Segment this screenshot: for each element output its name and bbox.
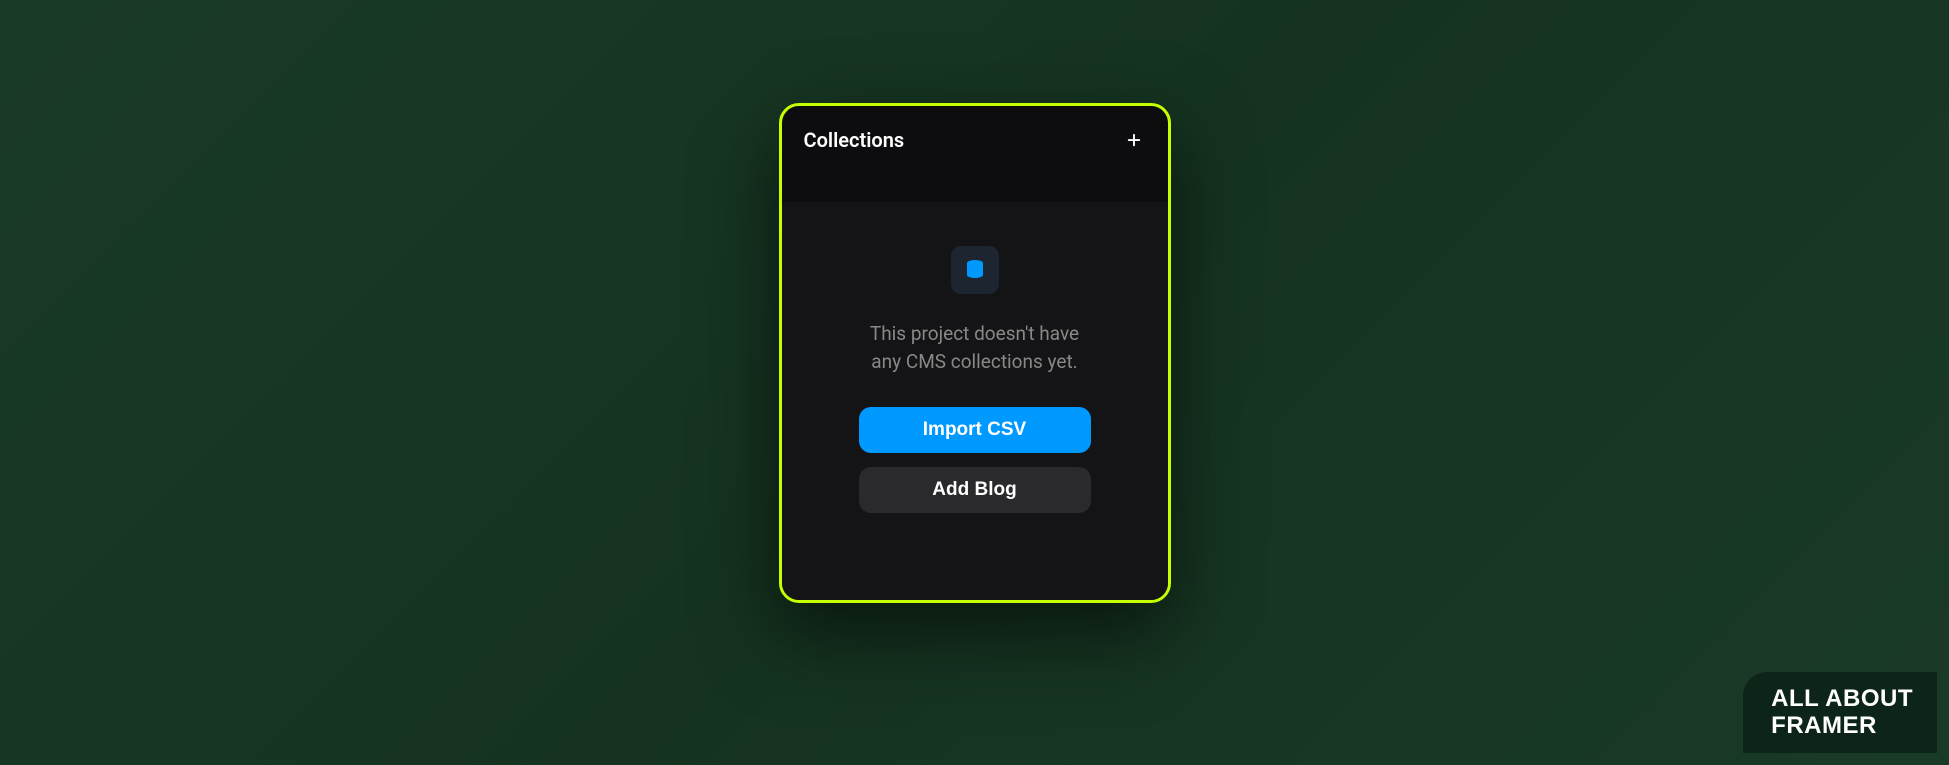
- button-group: Import CSV Add Blog: [859, 407, 1091, 513]
- import-csv-button[interactable]: Import CSV: [859, 407, 1091, 453]
- watermark-text: ALL ABOUT FRAMER: [1771, 686, 1913, 739]
- database-icon-container: [951, 246, 999, 294]
- watermark-line2: FRAMER: [1771, 712, 1877, 739]
- plus-icon: [1125, 131, 1143, 149]
- empty-message-line1: This project doesn't have: [870, 322, 1079, 345]
- add-collection-button[interactable]: [1124, 130, 1144, 150]
- collections-panel: Collections This project doesn't have an…: [779, 103, 1171, 603]
- database-icon: [963, 258, 987, 282]
- panel-title: Collections: [804, 128, 905, 152]
- watermark-badge: ALL ABOUT FRAMER: [1743, 672, 1937, 753]
- panel-header: Collections: [782, 106, 1168, 174]
- panel-body: This project doesn't have any CMS collec…: [782, 202, 1168, 600]
- add-blog-button[interactable]: Add Blog: [859, 467, 1091, 513]
- empty-message-line2: any CMS collections yet.: [871, 350, 1077, 373]
- watermark-line1: ALL ABOUT: [1771, 685, 1913, 712]
- empty-state-message: This project doesn't have any CMS collec…: [870, 320, 1079, 377]
